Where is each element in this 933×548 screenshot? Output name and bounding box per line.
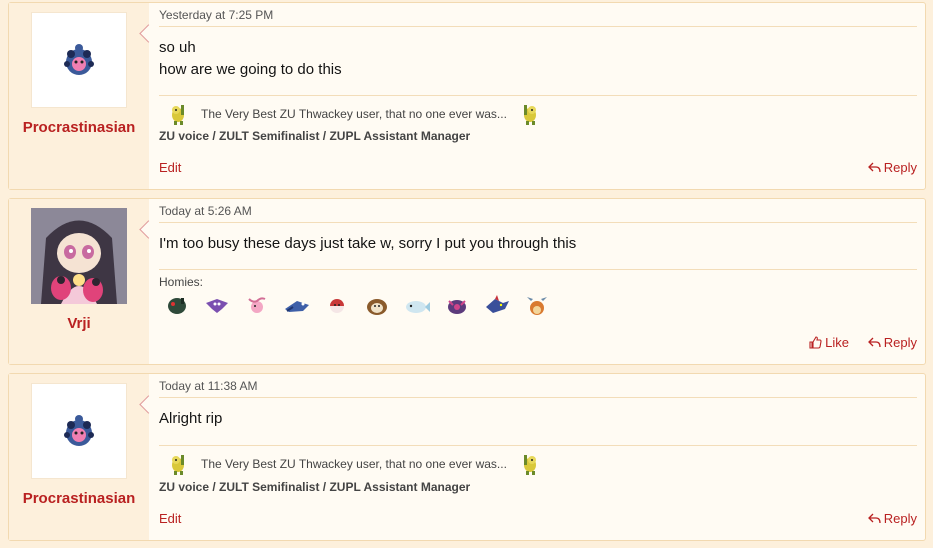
signature-row: The Very Best ZU Thwackey user, that no … (165, 101, 543, 127)
edit-label: Edit (159, 511, 182, 526)
thwackey-sprite-icon (172, 105, 184, 125)
thwackey-sprite-icon (523, 105, 536, 125)
divider (159, 397, 917, 398)
darkgreen-sprite-icon (168, 298, 186, 314)
message-body: so uh how are we going to do this (159, 37, 342, 81)
message-line: how are we going to do this (159, 61, 342, 78)
blue-bird-sprite-icon (285, 301, 309, 312)
white-fish-sprite-icon (406, 301, 430, 313)
thwackey-sprite-icon (172, 455, 184, 475)
avatar[interactable] (31, 383, 127, 479)
like-label: Like (825, 335, 849, 350)
message-line: Alright rip (159, 410, 223, 427)
message-line: I'm too busy these days just take w, sor… (159, 235, 577, 252)
message-post: Procrastinasian Today at 11:38 AM Alrigh… (8, 373, 926, 541)
reply-arrow-icon (867, 513, 881, 523)
reply-arrow-icon (867, 337, 881, 347)
signature-divider (159, 269, 917, 270)
avatar[interactable] (31, 12, 127, 108)
purple-beetle-sprite-icon (448, 300, 466, 314)
message-content: Today at 11:38 AM Alright rip The Very B… (159, 374, 917, 540)
user-column: Procrastinasian (9, 374, 149, 540)
divider (159, 26, 917, 27)
message-content: Yesterday at 7:25 PM so uh how are we go… (159, 3, 917, 189)
message-post: Procrastinasian Yesterday at 7:25 PM so … (8, 2, 926, 190)
reply-label: Reply (883, 160, 917, 175)
signature-roles: ZU voice / ZULT Semifinalist / ZUPL Assi… (159, 129, 471, 143)
signature-divider (159, 445, 917, 446)
message-content: Today at 5:26 AM I'm too busy these days… (159, 199, 917, 364)
signature-text: The Very Best ZU Thwackey user, that no … (201, 107, 507, 121)
signature-text: The Very Best ZU Thwackey user, that no … (201, 457, 507, 471)
reply-button[interactable]: Reply (867, 160, 917, 175)
thwackey-sprite-icon (523, 455, 536, 475)
timestamp[interactable]: Yesterday at 7:25 PM (159, 8, 273, 22)
edit-label: Edit (159, 160, 182, 175)
brown-mole-sprite-icon (367, 299, 387, 315)
blue-shark-sprite-icon (486, 295, 509, 313)
signature-label: Homies: (159, 275, 204, 289)
message-post: Vrji Today at 5:26 AM I'm too busy these… (8, 198, 926, 365)
reply-button[interactable]: Reply (867, 335, 917, 350)
avatar[interactable] (31, 208, 127, 304)
pink-sprite-icon (248, 297, 266, 313)
divider (159, 222, 917, 223)
thumbs-up-icon (809, 336, 822, 349)
signature-row: The Very Best ZU Thwackey user, that no … (165, 451, 543, 477)
message-body: I'm too busy these days just take w, sor… (159, 233, 576, 255)
reply-label: Reply (883, 511, 917, 526)
message-line: so uh (159, 39, 196, 56)
edit-button[interactable]: Edit (159, 160, 181, 175)
username[interactable]: Procrastinasian (9, 490, 149, 507)
message-body: Alright rip (159, 408, 222, 430)
orange-dragon-sprite-icon (527, 297, 547, 315)
timestamp[interactable]: Today at 11:38 AM (159, 379, 258, 393)
red-ball-sprite-icon (330, 299, 344, 313)
sprite-row (163, 293, 551, 317)
reply-arrow-icon (867, 162, 881, 172)
signature-roles: ZU voice / ZULT Semifinalist / ZUPL Assi… (159, 480, 471, 494)
user-column: Vrji (9, 199, 149, 364)
edit-button[interactable]: Edit (159, 511, 181, 526)
like-button[interactable]: Like (809, 335, 849, 350)
clefairy-spiky-avatar-icon (64, 44, 94, 75)
signature-divider (159, 95, 917, 96)
username[interactable]: Vrji (9, 315, 149, 332)
timestamp[interactable]: Today at 5:26 AM (159, 204, 252, 218)
reply-button[interactable]: Reply (867, 511, 917, 526)
mismagius-avatar-icon (31, 208, 127, 304)
purple-bat-sprite-icon (206, 299, 228, 313)
username[interactable]: Procrastinasian (9, 119, 149, 136)
user-column: Procrastinasian (9, 3, 149, 189)
clefairy-spiky-avatar-icon (64, 415, 94, 446)
reply-label: Reply (883, 335, 917, 350)
